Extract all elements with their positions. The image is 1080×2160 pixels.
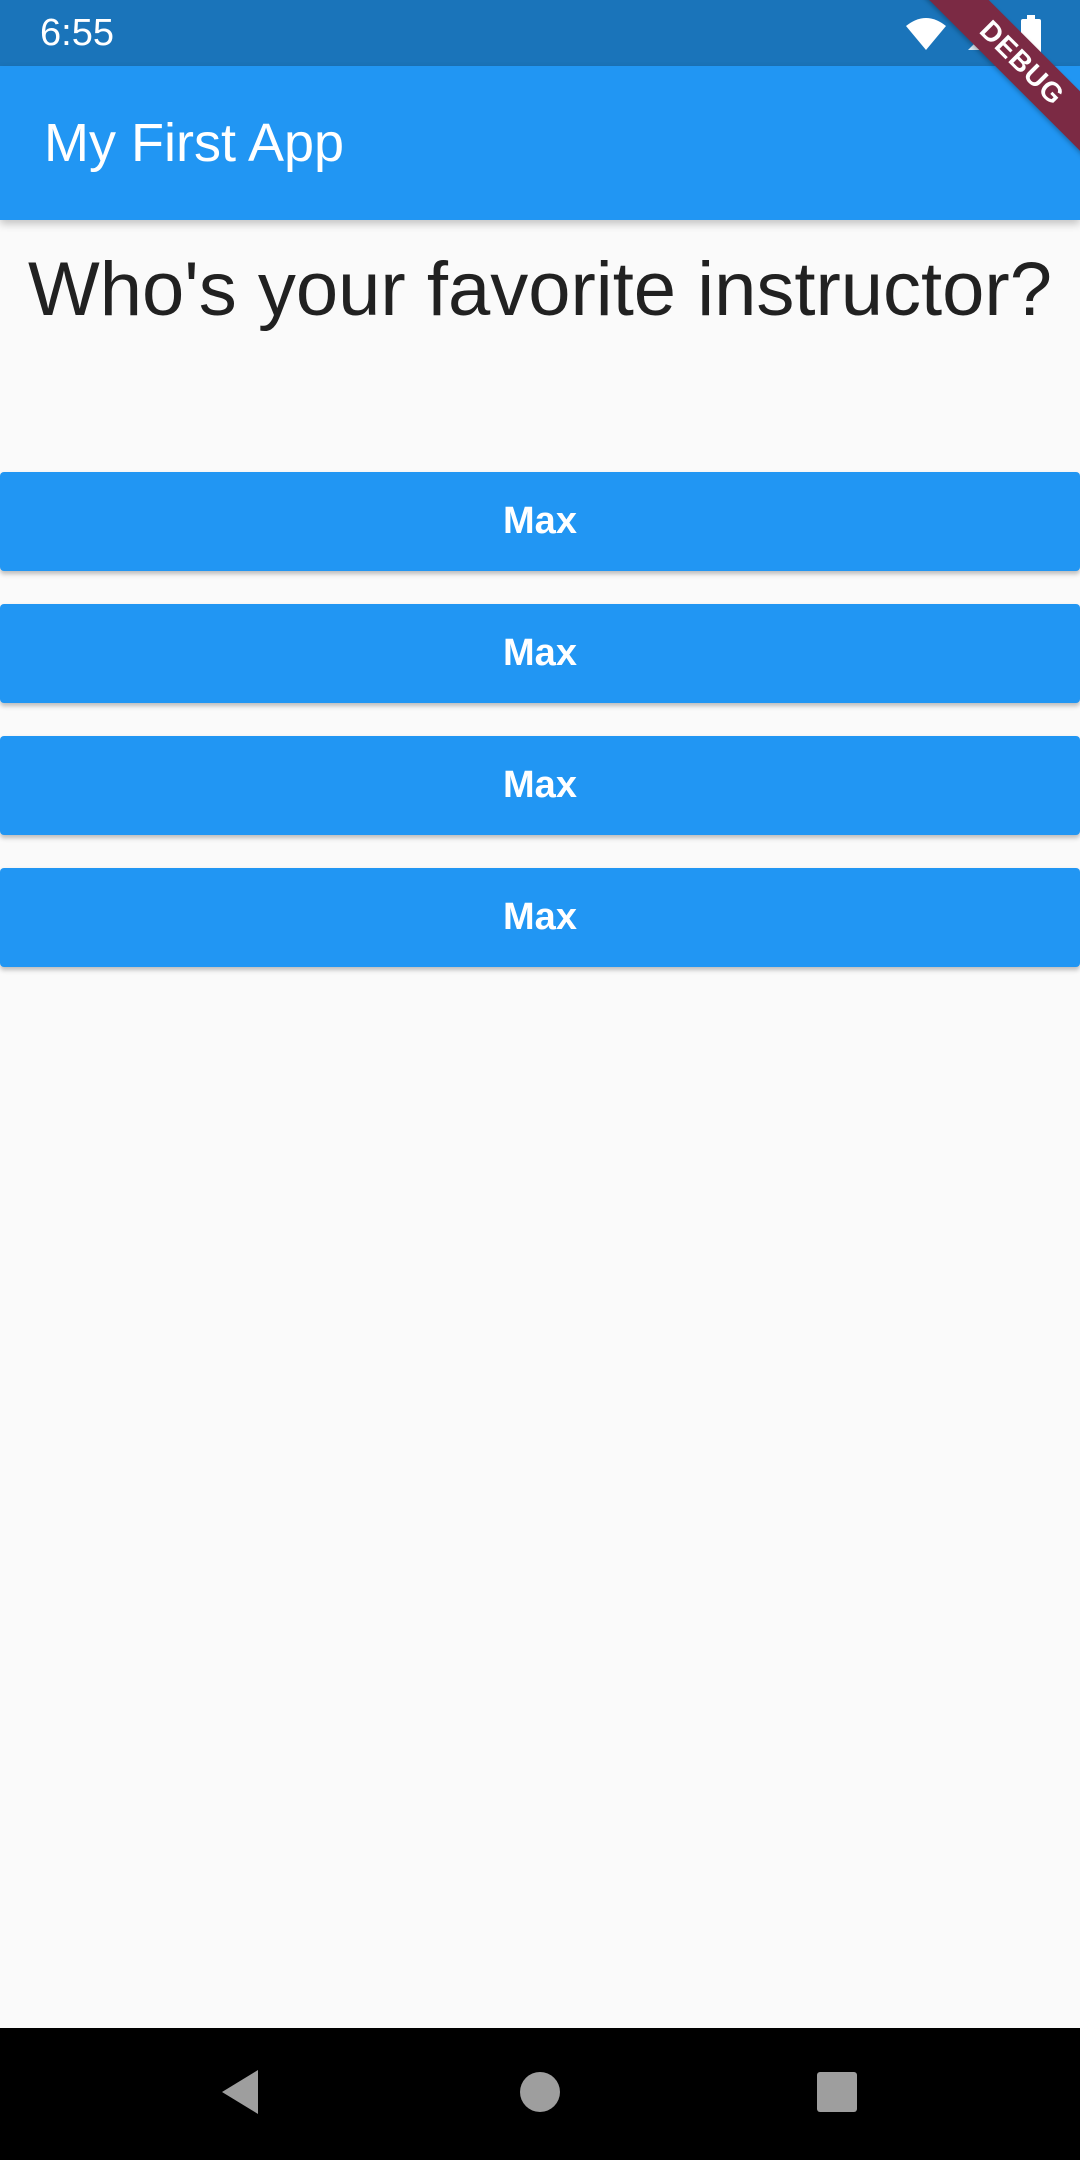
answer-button-3[interactable]: Max (0, 736, 1080, 835)
app-bar: My First App (0, 66, 1080, 220)
question-text: Who's your favorite instructor? (28, 247, 1052, 332)
app-title: My First App (44, 113, 345, 173)
recents-icon (816, 2071, 858, 2118)
home-icon (519, 2071, 561, 2118)
status-bar: 6:55 (0, 0, 1080, 66)
navigation-bar (0, 2028, 1080, 2160)
wifi-icon (904, 16, 948, 52)
battery-icon (1020, 15, 1042, 53)
answer-button-4[interactable]: Max (0, 868, 1080, 967)
signal-icon (966, 16, 1002, 52)
back-button[interactable] (174, 2028, 306, 2160)
answer-button-1[interactable]: Max (0, 472, 1080, 571)
back-icon (218, 2068, 262, 2121)
status-icons (904, 14, 1042, 54)
answer-button-2[interactable]: Max (0, 604, 1080, 703)
status-time: 6:55 (40, 12, 114, 54)
home-button[interactable] (474, 2028, 606, 2160)
answer-list: Max Max Max Max (0, 472, 1080, 1000)
app-screen: 6:55 DEBUG My First App Who's your favor… (0, 0, 1080, 2160)
recents-button[interactable] (771, 2028, 903, 2160)
